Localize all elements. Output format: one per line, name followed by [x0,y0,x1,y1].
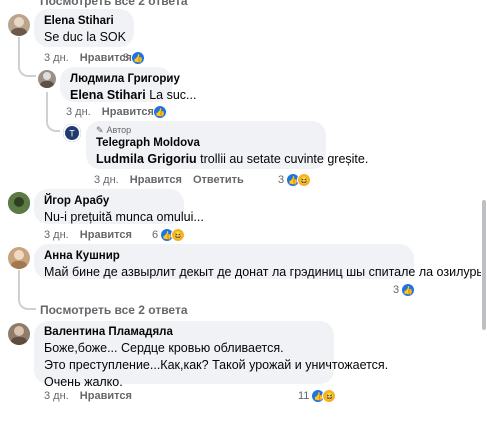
haha-reaction-icon: 😆 [322,389,337,403]
mention-link[interactable]: Elena Stihari [70,88,146,102]
reactions-summary[interactable]: 3 👍 😆 [278,173,312,187]
like-button[interactable]: Нравится [80,390,132,402]
comment-time[interactable]: 3 дн. [94,174,119,186]
comment-actions: 3 дн. Нравится [66,106,162,118]
svg-text:T: T [69,129,75,139]
user-photo-icon [11,250,27,269]
user-photo-icon [11,326,27,345]
avatar[interactable] [8,247,30,269]
reaction-count: 8 [123,52,130,64]
telegraph-logo-icon: T [63,124,81,142]
comment-text-line: Очень жалко. [44,375,123,389]
haha-reaction-icon: 😆 [297,173,312,187]
comment-text: Ludmila Grigoriu trollii au setate cuvin… [96,151,368,168]
like-button[interactable]: Нравится [80,229,132,241]
comment-time[interactable]: 3 дн. [44,52,69,64]
like-reaction-icon: 👍 [401,283,416,297]
avatar[interactable] [8,192,30,214]
like-button[interactable]: Нравится [102,106,154,118]
comment-text: Май бине де азвырлит декыт де донат ла г… [44,265,487,279]
user-photo-icon [8,192,30,214]
reaction-count: 3 [278,174,285,186]
author-badge-label: Автор [106,125,132,135]
thread-line [46,92,60,132]
comment-text-line: Это преступление...Как,как? Такой урожай… [44,358,389,372]
comment-actions: 3 дн. Нравится [44,229,140,241]
user-photo-icon [40,72,54,88]
thread-line [18,270,36,310]
comment-time[interactable]: 3 дн. [44,390,69,402]
comment-author[interactable]: Elena Stihari [44,14,124,29]
reactions-summary[interactable]: 11 👍 😆 [298,389,337,403]
author-badge: ✎ Автор [96,125,316,136]
mention-link[interactable]: Ludmila Grigoriu [96,152,197,166]
reaction-count: 11 [298,390,310,402]
comment-text: Elena Stihari La suc... [70,87,196,104]
pencil-icon: ✎ [96,125,104,135]
comment-author[interactable]: Анна Кушнир [44,249,404,264]
comment-text-body: La suc... [145,88,197,102]
avatar[interactable]: T [63,124,81,142]
like-reaction-icon: 👍 [153,105,167,119]
comment-author[interactable]: Людмила Григориу [70,72,180,87]
thread-line [18,37,36,77]
comment-actions: 3 дн. Нравится Ответить [94,174,252,186]
view-replies-link-top[interactable]: Посмотреть все 2 ответа [40,0,188,8]
comment-bubble: Анна Кушнир Май бине де азвырлит декыт д… [34,244,487,279]
comment-bubble: Elena Stihari Se duc la SOK [34,9,134,47]
comment-bubble: Валентина Пламадяла Боже,боже... Сердце … [34,321,389,389]
comment-bubble: Людмила Григориу Elena Stihari La suc... [60,67,196,104]
comment-text-line: Боже,боже... Сердце кровью обливается. [44,341,284,355]
reactions-summary[interactable]: 👍 [153,105,167,119]
avatar[interactable] [38,70,56,88]
avatar[interactable] [8,14,30,36]
comment-author[interactable]: Валентина Пламадяла [44,325,324,340]
comment-author[interactable]: Йгор Арабу [44,194,174,209]
reaction-count: 3 [393,284,400,296]
comment-time[interactable]: 3 дн. [66,106,91,118]
comment-author[interactable]: Telegraph Moldova [96,136,316,151]
view-replies-link[interactable]: Посмотреть все 2 ответа [40,303,188,317]
avatar[interactable] [8,323,30,345]
reactions-summary[interactable]: 3 👍 [393,283,416,297]
user-photo-icon [11,17,27,36]
scrollbar-thumb[interactable] [482,200,486,330]
comment-bubble: ✎ Автор Telegraph Moldova Ludmila Grigori… [86,121,368,169]
reply-button[interactable]: Ответить [193,174,244,186]
haha-reaction-icon: 😆 [171,228,186,242]
like-reaction-icon: 👍 [131,51,146,65]
comment-text: Nu-i prețuită munca omului... [44,210,204,224]
reaction-count: 6 [152,229,159,241]
like-button[interactable]: Нравится [130,174,182,186]
reactions-summary[interactable]: 8 👍 [123,51,146,65]
comment-text: Se duc la SOK [44,30,126,44]
comment-time[interactable]: 3 дн. [44,229,69,241]
comment-actions: 3 дн. Нравится [44,390,140,402]
comment-text-body: trollii au setate cuvinte greșite. [196,152,369,166]
reactions-summary[interactable]: 6 👍 😆 [152,228,186,242]
comment-bubble: Йгор Арабу Nu-i prețuită munca omului... [34,189,204,224]
